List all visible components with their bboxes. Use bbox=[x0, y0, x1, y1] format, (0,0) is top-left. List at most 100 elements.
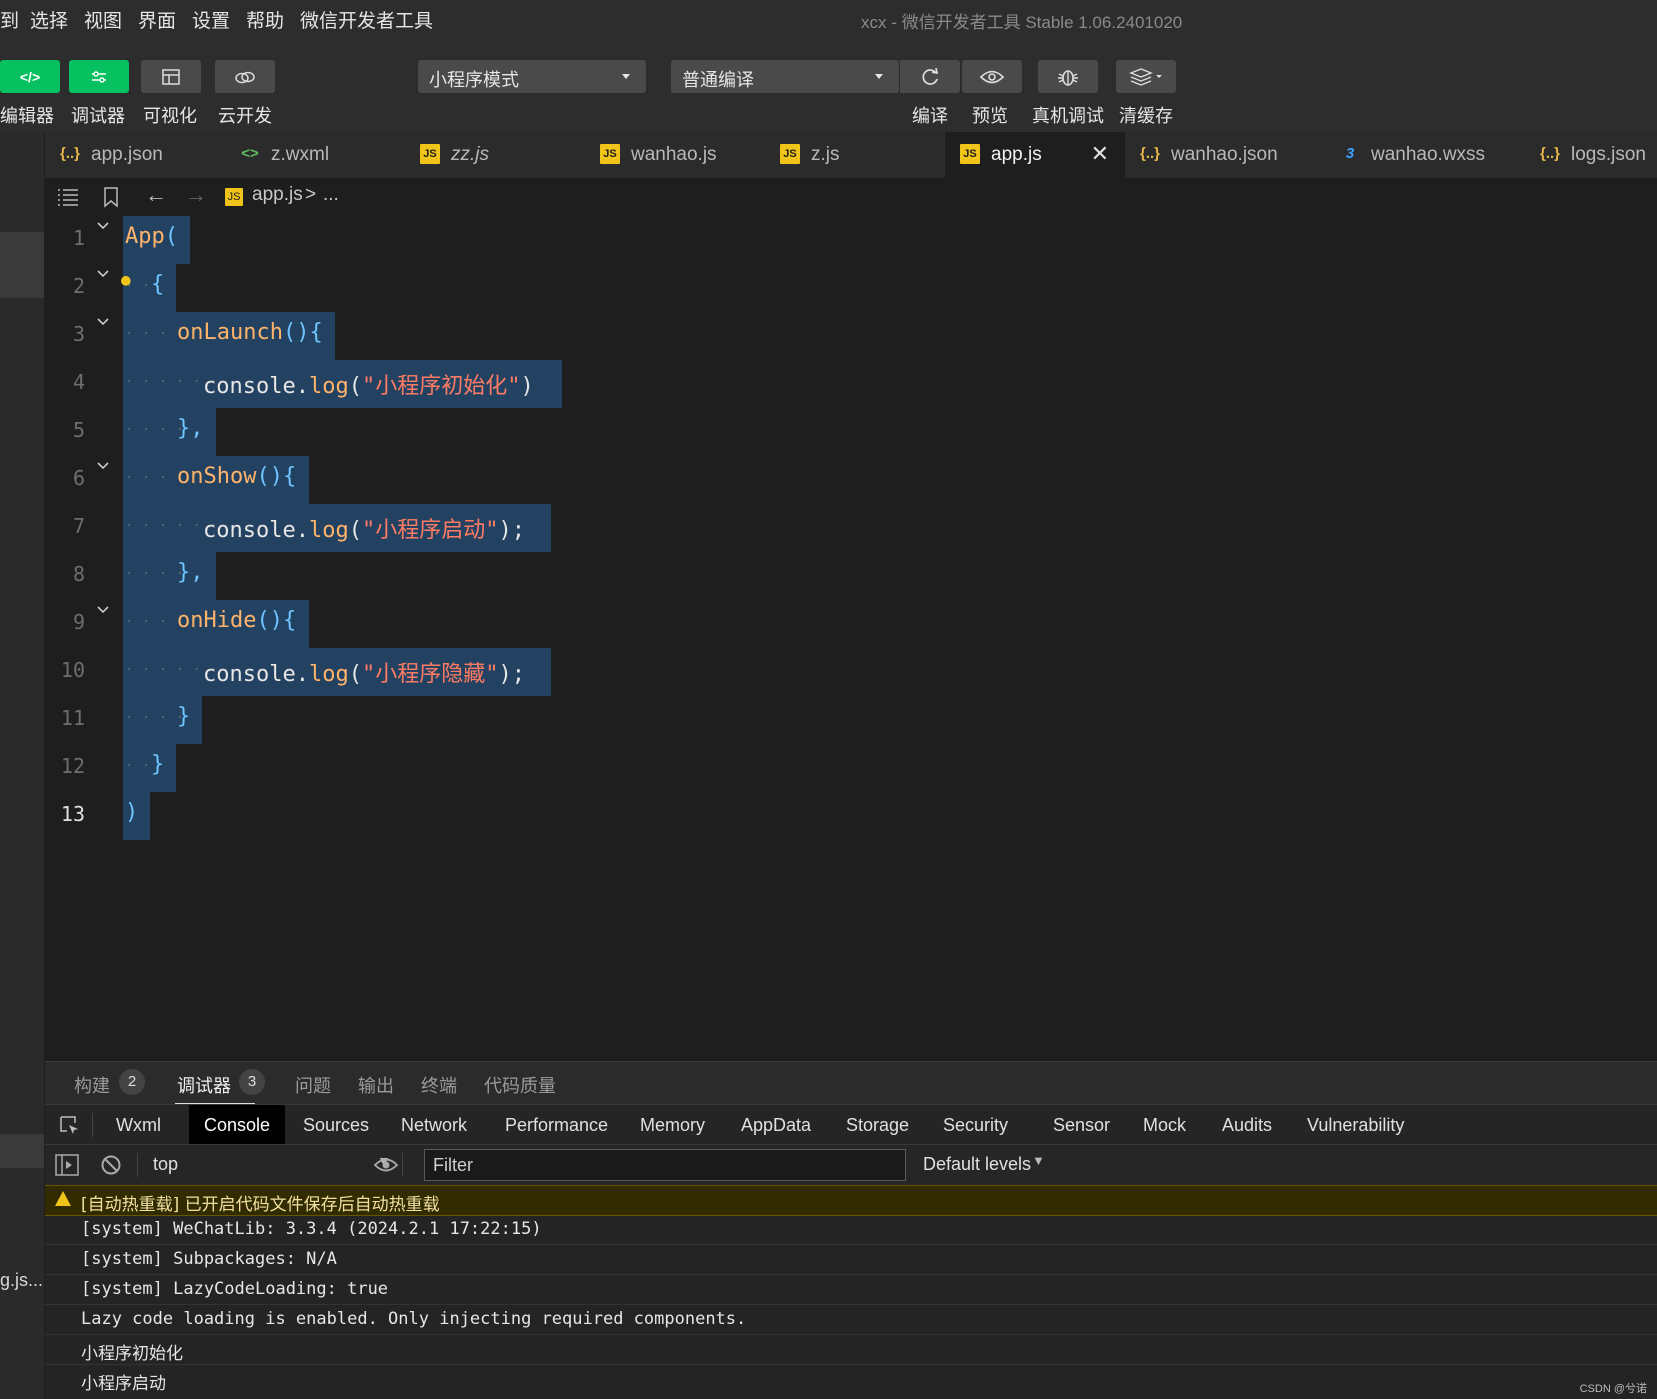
panel-tab-build[interactable]: 构建 bbox=[74, 1072, 110, 1098]
fold-chevron-icon[interactable] bbox=[95, 314, 111, 330]
code-token: console. bbox=[203, 518, 309, 543]
tab-z-wxml[interactable]: <> z.wxml bbox=[225, 132, 406, 178]
console-message: [system] LazyCodeLoading: true bbox=[81, 1279, 389, 1299]
tab-zz-js[interactable]: JS zz.js bbox=[405, 132, 586, 178]
forward-arrow-icon[interactable]: → bbox=[185, 182, 207, 208]
chevron-down-icon bbox=[622, 74, 630, 79]
menu-item-select[interactable]: 选择 bbox=[30, 6, 68, 33]
indent-guide: · · · · bbox=[125, 470, 185, 486]
devtools-tab-sources[interactable]: Sources bbox=[288, 1105, 384, 1145]
tab-wanhao-wxss[interactable]: 3 wanhao.wxss bbox=[1325, 132, 1526, 178]
console-output[interactable]: [自动热重载] 已开启代码文件保存后自动热重载 [system] WeChatL… bbox=[45, 1185, 1657, 1399]
indent-guide: · · · · bbox=[125, 566, 185, 582]
visual-toggle-button[interactable] bbox=[141, 60, 201, 93]
menu-item-view[interactable]: 视图 bbox=[84, 6, 122, 33]
lightbulb-icon[interactable]: ● bbox=[121, 270, 131, 289]
console-message: [system] Subpackages: N/A bbox=[81, 1249, 337, 1269]
tab-app-json[interactable]: {..} app.json bbox=[45, 132, 226, 178]
js-icon: JS bbox=[420, 144, 440, 164]
preview-label: 预览 bbox=[972, 106, 1008, 126]
debugger-count-badge: 3 bbox=[239, 1069, 265, 1095]
code-text: } bbox=[177, 704, 190, 729]
menu-bar: 到 选择 视图 界面 设置 帮助 微信开发者工具 xcx - 微信开发者工具 S… bbox=[0, 0, 1657, 38]
editor-toggle-button[interactable]: </> bbox=[0, 60, 60, 93]
code-token: onHide bbox=[177, 608, 257, 633]
explorer-item-highlight[interactable] bbox=[0, 1134, 44, 1168]
panel-tab-code-quality[interactable]: 代码质量 bbox=[484, 1072, 556, 1098]
line-number: 9 bbox=[72, 610, 85, 634]
fold-chevron-icon[interactable] bbox=[95, 218, 111, 234]
code-token: onShow bbox=[177, 464, 257, 489]
inspect-element-icon[interactable] bbox=[59, 1115, 81, 1137]
line-number: 6 bbox=[72, 466, 85, 490]
code-token: log bbox=[308, 518, 349, 543]
back-arrow-icon[interactable]: ← bbox=[145, 182, 167, 208]
list-icon[interactable] bbox=[57, 188, 79, 206]
menu-item-devtools[interactable]: 微信开发者工具 bbox=[300, 6, 433, 33]
bug-icon bbox=[1058, 69, 1078, 86]
devtools-tab-security[interactable]: Security bbox=[928, 1105, 1023, 1145]
clear-console-icon[interactable] bbox=[100, 1154, 122, 1176]
code-token: } bbox=[151, 752, 165, 777]
devtools-tab-wxml[interactable]: Wxml bbox=[101, 1105, 176, 1145]
clear-cache-button[interactable] bbox=[1116, 60, 1176, 93]
refresh-icon bbox=[922, 67, 939, 85]
code-editor[interactable]: 1 App(2 · ·{● 3 · · · · onLaunch(){4 · · · · ·… bbox=[45, 216, 1657, 1061]
tab-wanhao-js[interactable]: JS wanhao.js bbox=[585, 132, 766, 178]
panel-tab-output[interactable]: 输出 bbox=[358, 1072, 394, 1098]
mode-select[interactable]: 小程序模式 bbox=[418, 60, 646, 93]
preview-button[interactable] bbox=[962, 60, 1022, 93]
devtools-tab-memory[interactable]: Memory bbox=[625, 1105, 720, 1145]
menu-item-interface[interactable]: 界面 bbox=[138, 6, 176, 33]
json-icon: {..} bbox=[1140, 145, 1161, 162]
devtools-tab-audits[interactable]: Audits bbox=[1207, 1105, 1287, 1145]
panel-tab-problems[interactable]: 问题 bbox=[295, 1072, 331, 1098]
layout-icon bbox=[162, 68, 180, 85]
compile-mode-select[interactable]: 普通编译 bbox=[671, 60, 899, 93]
tab-logs-json[interactable]: {..} logs.json bbox=[1525, 132, 1657, 178]
cloud-dev-button[interactable] bbox=[215, 60, 275, 93]
code-token: } bbox=[177, 704, 191, 729]
tab-wanhao-json[interactable]: {..} wanhao.json bbox=[1125, 132, 1326, 178]
bookmark-icon[interactable] bbox=[103, 186, 119, 208]
devtools-tab-storage[interactable]: Storage bbox=[831, 1105, 924, 1145]
devtools-tab-vulnerability[interactable]: Vulnerability bbox=[1292, 1105, 1419, 1145]
live-expression-eye-icon[interactable] bbox=[373, 1156, 399, 1174]
log-levels-select[interactable]: Default levels ▼ bbox=[915, 1147, 1045, 1181]
devtools-tab-sensor[interactable]: Sensor bbox=[1038, 1105, 1125, 1145]
console-message: 小程序初始化 bbox=[81, 1344, 183, 1364]
tab-app-js[interactable]: JS app.js ✕ bbox=[945, 132, 1126, 178]
watermark: CSDN @兮诺 bbox=[1579, 1383, 1647, 1395]
line-number: 4 bbox=[72, 370, 85, 394]
panel-tab-terminal[interactable]: 终端 bbox=[421, 1072, 457, 1098]
breadcrumb-file[interactable]: app.js bbox=[252, 184, 303, 206]
panel-tab-debugger[interactable]: 调试器 bbox=[177, 1072, 231, 1098]
devtools-tab-bar: Wxml Console Sources Network Performance… bbox=[45, 1104, 1657, 1145]
code-token: "小程序启动" bbox=[361, 518, 499, 543]
menu-item-settings[interactable]: 设置 bbox=[192, 6, 230, 33]
code-token: (){ bbox=[256, 608, 297, 633]
filter-input[interactable] bbox=[425, 1150, 905, 1180]
breadcrumb-more[interactable]: ... bbox=[323, 184, 339, 206]
devtools-tab-appdata[interactable]: AppData bbox=[726, 1105, 826, 1145]
menu-item-help[interactable]: 帮助 bbox=[246, 6, 284, 33]
close-icon[interactable]: ✕ bbox=[1091, 141, 1109, 167]
code-token: ) bbox=[520, 374, 534, 399]
tab-z-js[interactable]: JS z.js bbox=[765, 132, 946, 178]
json-icon: {..} bbox=[1540, 145, 1561, 162]
context-select[interactable]: top ▼ bbox=[145, 1147, 395, 1181]
menu-item-goto[interactable]: 到 bbox=[0, 6, 19, 33]
explorer-item-highlight[interactable] bbox=[0, 232, 44, 298]
fold-chevron-icon[interactable] bbox=[95, 602, 111, 618]
devtools-tab-performance[interactable]: Performance bbox=[490, 1105, 623, 1145]
sidebar-toggle-icon[interactable] bbox=[55, 1154, 79, 1176]
devtools-tab-mock[interactable]: Mock bbox=[1128, 1105, 1201, 1145]
devtools-tab-network[interactable]: Network bbox=[386, 1105, 482, 1145]
code-text: App( bbox=[125, 224, 178, 249]
devtools-tab-console[interactable]: Console bbox=[189, 1105, 286, 1145]
remote-debug-button[interactable] bbox=[1038, 60, 1098, 93]
fold-chevron-icon[interactable] bbox=[95, 266, 111, 282]
compile-button[interactable] bbox=[900, 60, 960, 93]
fold-chevron-icon[interactable] bbox=[95, 458, 111, 474]
debugger-toggle-button[interactable] bbox=[69, 60, 129, 93]
